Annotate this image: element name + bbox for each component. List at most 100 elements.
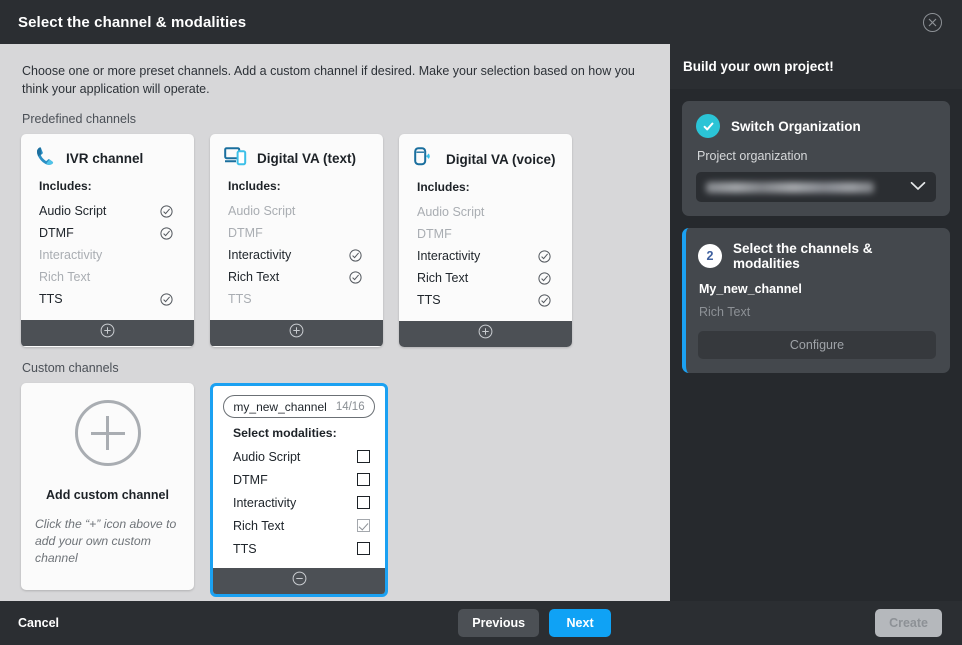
modality-checkbox-row: Rich Text bbox=[233, 514, 375, 537]
card-header: IVR channel bbox=[21, 134, 194, 179]
check-circle-icon bbox=[160, 226, 173, 240]
modality-label: DTMF bbox=[417, 227, 452, 241]
devices-icon bbox=[224, 146, 248, 171]
modality-checkbox[interactable] bbox=[357, 450, 370, 463]
add-custom-channel-hint: Click the “+” icon above to add your own… bbox=[35, 517, 177, 565]
create-button: Create bbox=[875, 609, 942, 637]
check-circle-icon bbox=[349, 248, 362, 262]
custom-channels-label: Custom channels bbox=[22, 361, 119, 375]
add-channel-button[interactable] bbox=[399, 321, 572, 347]
modality-label: Interactivity bbox=[233, 495, 297, 510]
check-circle-icon bbox=[538, 293, 551, 307]
page-title: Select the channel & modalities bbox=[18, 13, 247, 31]
predefined-channel-list: IVR channel Includes: Audio Script DTMF … bbox=[21, 134, 670, 347]
modality-row: Rich Text bbox=[417, 267, 560, 289]
modality-label: DTMF bbox=[228, 226, 263, 240]
modality-row: Audio Script bbox=[417, 201, 560, 223]
chevron-down-icon bbox=[910, 178, 926, 196]
plus-circle-icon bbox=[289, 323, 304, 343]
dialog-titlebar: Select the channel & modalities bbox=[0, 0, 962, 44]
intro-text: Choose one or more preset channels. Add … bbox=[22, 64, 635, 96]
channel-card-ivr[interactable]: IVR channel Includes: Audio Script DTMF … bbox=[21, 134, 194, 347]
modality-label: Interactivity bbox=[39, 248, 103, 262]
add-channel-button[interactable] bbox=[21, 320, 194, 346]
modality-checkbox[interactable] bbox=[357, 542, 370, 555]
modality-label: TTS bbox=[233, 541, 257, 556]
project-organization-label: Project organization bbox=[697, 149, 808, 163]
card-header: Digital VA (voice) bbox=[399, 134, 572, 180]
modality-label: TTS bbox=[417, 293, 441, 307]
modality-label: Audio Script bbox=[233, 449, 301, 464]
modality-checkbox-row: Audio Script bbox=[233, 445, 375, 468]
includes-label: Includes: bbox=[39, 179, 92, 193]
add-channel-button[interactable] bbox=[210, 320, 383, 346]
footer-buttons: Previous Next Create bbox=[458, 609, 962, 637]
select-modalities-label: Select modalities: bbox=[233, 426, 337, 440]
modality-row: Rich Text bbox=[228, 266, 371, 288]
dialog-window: Select the channel & modalities Choose o… bbox=[0, 0, 962, 645]
selected-channel-name: My_new_channel bbox=[699, 282, 802, 296]
modality-label: Rich Text bbox=[233, 518, 285, 533]
cancel-button[interactable]: Cancel bbox=[18, 616, 59, 630]
modality-label: Audio Script bbox=[417, 205, 485, 219]
modality-checkbox[interactable] bbox=[357, 519, 370, 532]
channel-card-digital-va-voice[interactable]: Digital VA (voice) Includes: Audio Scrip… bbox=[399, 134, 572, 347]
check-circle-icon bbox=[538, 271, 551, 285]
selected-modality: Rich Text bbox=[699, 305, 751, 319]
modality-label: DTMF bbox=[39, 226, 74, 240]
custom-channel-card[interactable]: my_new_channel 14/16 Select modalities: … bbox=[210, 383, 388, 597]
next-button[interactable]: Next bbox=[549, 609, 612, 637]
sidebar-step-switch-organization[interactable]: Switch Organization Project organization bbox=[682, 101, 950, 216]
close-icon[interactable] bbox=[923, 13, 942, 32]
step-title: Switch Organization bbox=[731, 118, 861, 134]
card-header: Digital VA (text) bbox=[210, 134, 383, 179]
minus-circle-icon bbox=[292, 571, 307, 591]
plus-circle-large-icon[interactable] bbox=[74, 400, 141, 466]
channel-name-input[interactable]: my_new_channel 14/16 bbox=[223, 395, 375, 418]
check-icon bbox=[696, 114, 720, 138]
step-header: Switch Organization bbox=[696, 114, 936, 138]
sidebar-step-select-channels[interactable]: 2 Select the channels & modalities My_ne… bbox=[682, 228, 950, 373]
modality-row: TTS bbox=[228, 288, 371, 310]
check-circle-icon bbox=[160, 292, 173, 306]
modality-row: DTMF bbox=[417, 223, 560, 245]
includes-label: Includes: bbox=[417, 180, 470, 194]
card-title: Digital VA (text) bbox=[257, 151, 357, 166]
modality-row: Audio Script bbox=[228, 200, 371, 222]
card-title: Digital VA (voice) bbox=[446, 151, 556, 167]
dialog-footer: Cancel Previous Next Create bbox=[0, 601, 962, 645]
modality-label: TTS bbox=[39, 292, 63, 306]
add-custom-channel-card[interactable]: Add custom channel Click the “+” icon ab… bbox=[21, 383, 194, 590]
sidebar: Build your own project! Switch Organizat… bbox=[670, 44, 962, 601]
char-counter: 14/16 bbox=[335, 400, 365, 413]
includes-label: Includes: bbox=[228, 179, 281, 193]
modality-label: Rich Text bbox=[417, 271, 469, 285]
channel-card-digital-va-text[interactable]: Digital VA (text) Includes: Audio Script… bbox=[210, 134, 383, 347]
modality-checkbox[interactable] bbox=[357, 496, 370, 509]
modality-checkbox-row: TTS bbox=[233, 537, 375, 560]
modality-row: Interactivity bbox=[228, 244, 371, 266]
modality-label: DTMF bbox=[233, 472, 268, 487]
smart-speaker-icon bbox=[413, 146, 437, 172]
organization-value-redacted bbox=[706, 181, 874, 193]
sidebar-header: Build your own project! bbox=[670, 44, 962, 89]
check-circle-icon bbox=[349, 270, 362, 284]
modality-label: Audio Script bbox=[228, 204, 296, 218]
modality-row: DTMF bbox=[228, 222, 371, 244]
step-header: 2 Select the channels & modalities bbox=[698, 241, 936, 271]
phone-icon bbox=[35, 146, 57, 171]
main-content: Choose one or more preset channels. Add … bbox=[0, 44, 670, 601]
plus-circle-icon bbox=[478, 324, 493, 344]
modality-row: Rich Text bbox=[39, 266, 182, 288]
modality-row: Audio Script bbox=[39, 200, 182, 222]
card-title: IVR channel bbox=[66, 151, 144, 166]
organization-select[interactable] bbox=[696, 172, 936, 202]
modality-checkbox[interactable] bbox=[357, 473, 370, 486]
modality-row: Interactivity bbox=[417, 245, 560, 267]
previous-button[interactable]: Previous bbox=[458, 609, 540, 637]
card-body: Includes: Audio Script DTMF Interactivit… bbox=[399, 180, 572, 321]
sidebar-title: Build your own project! bbox=[683, 59, 834, 74]
modality-label: Interactivity bbox=[417, 249, 481, 263]
remove-channel-button[interactable] bbox=[213, 568, 385, 594]
configure-button[interactable]: Configure bbox=[698, 331, 936, 359]
